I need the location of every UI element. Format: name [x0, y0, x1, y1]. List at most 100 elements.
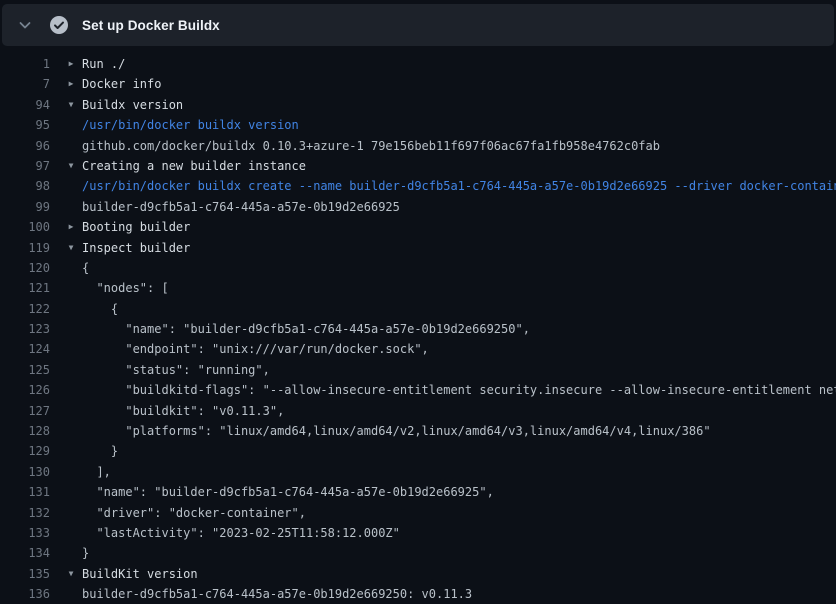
check-circle-icon [50, 16, 68, 34]
log-text: Run ./ [82, 54, 125, 74]
log-text: Booting builder [82, 217, 190, 237]
marker-spacer [66, 462, 76, 482]
marker-spacer [66, 482, 76, 502]
step-title: Set up Docker Buildx [82, 18, 220, 33]
marker-spacer [66, 401, 76, 421]
line-number[interactable]: 136 [0, 584, 50, 604]
line-number[interactable]: 128 [0, 421, 50, 441]
triangle-right-icon: ▶ [66, 217, 76, 237]
line-number[interactable]: 123 [0, 319, 50, 339]
log-line: 124 "endpoint": "unix:///var/run/docker.… [0, 339, 836, 359]
line-number[interactable]: 98 [0, 176, 50, 196]
log-text: "name": "builder-d9cfb5a1-c764-445a-a57e… [82, 319, 530, 339]
log-text: /usr/bin/docker buildx version [82, 115, 299, 135]
marker-spacer [66, 136, 76, 156]
log-line[interactable]: 94 ▼ Buildx version [0, 95, 836, 115]
log-text: Inspect builder [82, 238, 190, 258]
marker-spacer [66, 543, 76, 563]
marker-spacer [66, 176, 76, 196]
log-line: 126 "buildkitd-flags": "--allow-insecure… [0, 380, 836, 400]
line-number[interactable]: 131 [0, 482, 50, 502]
line-number[interactable]: 120 [0, 258, 50, 278]
log-text: builder-d9cfb5a1-c764-445a-a57e-0b19d2e6… [82, 584, 472, 604]
log-line: 120 { [0, 258, 836, 278]
log-text: { [82, 258, 89, 278]
log-text: Docker info [82, 74, 161, 94]
log-line: 129 } [0, 441, 836, 461]
log-line: 132 "driver": "docker-container", [0, 503, 836, 523]
log-text: Buildx version [82, 95, 183, 115]
line-number[interactable]: 1 [0, 54, 50, 74]
log-line: 123 "name": "builder-d9cfb5a1-c764-445a-… [0, 319, 836, 339]
line-number[interactable]: 97 [0, 156, 50, 176]
line-number[interactable]: 134 [0, 543, 50, 563]
line-number[interactable]: 129 [0, 441, 50, 461]
log-line: 128 "platforms": "linux/amd64,linux/amd6… [0, 421, 836, 441]
line-number[interactable]: 121 [0, 278, 50, 298]
line-number[interactable]: 96 [0, 136, 50, 156]
marker-spacer [66, 299, 76, 319]
log-text: "platforms": "linux/amd64,linux/amd64/v2… [82, 421, 711, 441]
log-text: "name": "builder-d9cfb5a1-c764-445a-a57e… [82, 482, 494, 502]
marker-spacer [66, 441, 76, 461]
log-line[interactable]: 100 ▶ Booting builder [0, 217, 836, 237]
triangle-down-icon: ▼ [66, 95, 76, 115]
marker-spacer [66, 319, 76, 339]
line-number[interactable]: 7 [0, 74, 50, 94]
log-line: 98 /usr/bin/docker buildx create --name … [0, 176, 836, 196]
line-number[interactable]: 126 [0, 380, 50, 400]
log-text: Creating a new builder instance [82, 156, 306, 176]
line-number[interactable]: 119 [0, 238, 50, 258]
log-line: 95 /usr/bin/docker buildx version [0, 115, 836, 135]
log-line[interactable]: 97 ▼ Creating a new builder instance [0, 156, 836, 176]
line-number[interactable]: 94 [0, 95, 50, 115]
log-line: 121 "nodes": [ [0, 278, 836, 298]
log-line: 96 github.com/docker/buildx 0.10.3+azure… [0, 136, 836, 156]
line-number[interactable]: 130 [0, 462, 50, 482]
line-number[interactable]: 100 [0, 217, 50, 237]
marker-spacer [66, 380, 76, 400]
log-line[interactable]: 7 ▶ Docker info [0, 74, 836, 94]
line-number[interactable]: 132 [0, 503, 50, 523]
line-number[interactable]: 125 [0, 360, 50, 380]
line-number[interactable]: 124 [0, 339, 50, 359]
log-text: ], [82, 462, 111, 482]
step-header[interactable]: Set up Docker Buildx [2, 4, 834, 46]
log-text: } [82, 441, 118, 461]
log-line[interactable]: 135 ▼ BuildKit version [0, 564, 836, 584]
chevron-down-icon[interactable] [16, 16, 34, 34]
triangle-down-icon: ▼ [66, 156, 76, 176]
log-text: "buildkitd-flags": "--allow-insecure-ent… [82, 380, 836, 400]
marker-spacer [66, 584, 76, 604]
line-number[interactable]: 122 [0, 299, 50, 319]
line-number[interactable]: 133 [0, 523, 50, 543]
log-line: 131 "name": "builder-d9cfb5a1-c764-445a-… [0, 482, 836, 502]
marker-spacer [66, 339, 76, 359]
line-number[interactable]: 135 [0, 564, 50, 584]
log-line[interactable]: 119 ▼ Inspect builder [0, 238, 836, 258]
line-number[interactable]: 99 [0, 197, 50, 217]
triangle-down-icon: ▼ [66, 238, 76, 258]
log-text: { [82, 299, 118, 319]
line-number[interactable]: 127 [0, 401, 50, 421]
log-line[interactable]: 1 ▶ Run ./ [0, 54, 836, 74]
log-viewer: 1 ▶ Run ./ 7 ▶ Docker info 94 ▼ Buildx v… [0, 46, 836, 604]
log-line: 134 } [0, 543, 836, 563]
triangle-right-icon: ▶ [66, 74, 76, 94]
marker-spacer [66, 503, 76, 523]
triangle-right-icon: ▶ [66, 54, 76, 74]
marker-spacer [66, 421, 76, 441]
log-text: "endpoint": "unix:///var/run/docker.sock… [82, 339, 429, 359]
log-line: 127 "buildkit": "v0.11.3", [0, 401, 836, 421]
log-text: builder-d9cfb5a1-c764-445a-a57e-0b19d2e6… [82, 197, 400, 217]
log-text: "lastActivity": "2023-02-25T11:58:12.000… [82, 523, 400, 543]
marker-spacer [66, 115, 76, 135]
marker-spacer [66, 197, 76, 217]
log-line: 130 ], [0, 462, 836, 482]
log-line: 136 builder-d9cfb5a1-c764-445a-a57e-0b19… [0, 584, 836, 604]
log-text: "status": "running", [82, 360, 270, 380]
log-text: "buildkit": "v0.11.3", [82, 401, 284, 421]
marker-spacer [66, 523, 76, 543]
line-number[interactable]: 95 [0, 115, 50, 135]
marker-spacer [66, 360, 76, 380]
